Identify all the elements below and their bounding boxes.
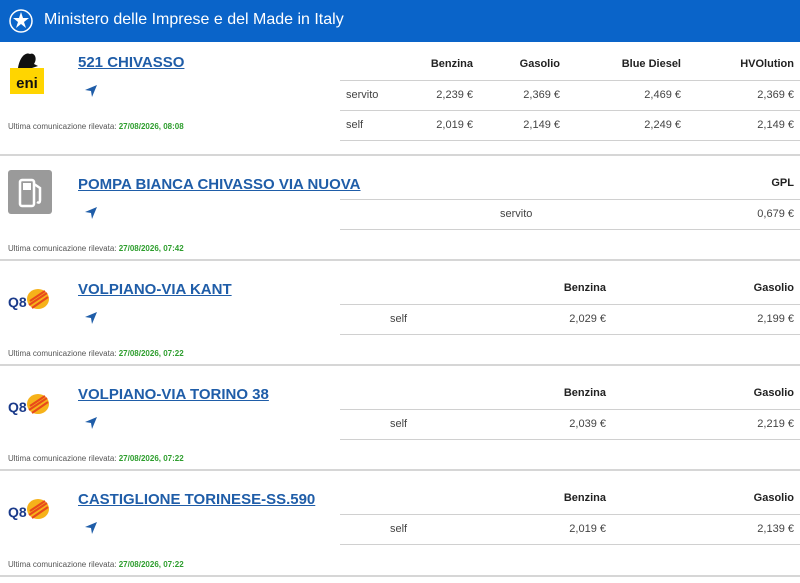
last-update-timestamp: 27/08/2026, 07:22: [118, 454, 184, 463]
station-card: Q8 VOLPIANO-VIA KANT Ultima comunicazione…: [0, 261, 800, 366]
last-update: Ultima comunicazione rilevata: 27/08/202…: [8, 122, 184, 131]
price-row: self 2,039 € 2,219 €: [340, 409, 800, 440]
price-table: GPL servito 0,679 €: [340, 156, 800, 259]
last-update: Ultima comunicazione rilevata: 27/08/202…: [8, 454, 184, 463]
last-update-timestamp: 27/08/2026, 08:08: [118, 122, 184, 131]
service-type: servito: [346, 89, 379, 101]
price-table: Benzina Gasolio self 2,029 € 2,199 €: [340, 261, 800, 364]
service-type: self: [390, 523, 408, 535]
svg-text:eni: eni: [16, 75, 38, 92]
svg-text:Q8: Q8: [8, 399, 27, 415]
q8-logo-icon: Q8: [8, 285, 52, 315]
last-update: Ultima comunicazione rilevata: 27/08/202…: [8, 560, 184, 569]
price-value: 2,019 €: [569, 523, 606, 535]
price-table: Benzina Gasolio self 2,019 € 2,139 €: [340, 471, 800, 575]
fuel-header: Gasolio: [753, 387, 794, 399]
q8-logo-icon: Q8: [8, 390, 52, 420]
emblem-icon: [9, 9, 33, 33]
price-row: servito 2,239 € 2,369 € 2,469 € 2,369 €: [340, 80, 800, 111]
last-update-label: Ultima comunicazione rilevata:: [8, 122, 117, 131]
last-update: Ultima comunicazione rilevata: 27/08/202…: [8, 349, 184, 358]
station-name-link[interactable]: VOLPIANO-VIA TORINO 38: [78, 386, 269, 403]
fuel-header: Gasolio: [519, 58, 560, 70]
price-value: 2,139 €: [757, 523, 794, 535]
last-update-timestamp: 27/08/2026, 07:42: [118, 244, 184, 253]
price-value: 2,039 €: [569, 418, 606, 430]
station-card: Q8 VOLPIANO-VIA TORINO 38 Ultima comunica…: [0, 366, 800, 471]
station-card: Q8 CASTIGLIONE TORINESE-SS.590 Ultima com…: [0, 471, 800, 577]
price-value: 2,149 €: [757, 119, 794, 131]
price-table: Benzina Gasolio self 2,039 € 2,219 €: [340, 366, 800, 469]
station-name-link[interactable]: 521 CHIVASSO: [78, 54, 184, 71]
price-row: self 2,019 € 2,139 €: [340, 514, 800, 545]
price-value: 2,469 €: [644, 89, 681, 101]
last-update-label: Ultima comunicazione rilevata:: [8, 349, 117, 358]
svg-text:Q8: Q8: [8, 294, 27, 310]
last-update-timestamp: 27/08/2026, 07:22: [118, 560, 184, 569]
fuel-header: Benzina: [430, 58, 473, 70]
price-value: 2,369 €: [523, 89, 560, 101]
fuel-header: Benzina: [563, 282, 606, 294]
header-title: Ministero delle Imprese e del Made in It…: [44, 11, 344, 28]
price-table-header: Benzina Gasolio Blue Diesel HVOlution: [340, 42, 800, 81]
eni-logo-icon: eni: [8, 50, 48, 94]
last-update-label: Ultima comunicazione rilevata:: [8, 560, 117, 569]
station-name-link[interactable]: POMPA BIANCA CHIVASSO VIA NUOVA: [78, 176, 361, 193]
fuel-header: Benzina: [563, 387, 606, 399]
fuel-header: GPL: [771, 177, 794, 189]
station-card: POMPA BIANCA CHIVASSO VIA NUOVA Ultima co…: [0, 156, 800, 261]
last-update: Ultima comunicazione rilevata: 27/08/202…: [8, 244, 184, 253]
station-name-link[interactable]: CASTIGLIONE TORINESE-SS.590: [78, 491, 315, 508]
last-update-label: Ultima comunicazione rilevata:: [8, 244, 117, 253]
q8-logo-icon: Q8: [8, 495, 52, 525]
price-table-header: Benzina Gasolio: [340, 261, 800, 305]
price-value: 2,149 €: [523, 119, 560, 131]
navigate-icon[interactable]: [84, 521, 98, 535]
price-value: 2,019 €: [436, 119, 473, 131]
price-value: 2,369 €: [757, 89, 794, 101]
navigate-icon[interactable]: [84, 84, 98, 98]
navigate-icon[interactable]: [84, 206, 98, 220]
price-row: servito 0,679 €: [340, 199, 800, 230]
price-value: 2,239 €: [436, 89, 473, 101]
service-type: self: [390, 313, 408, 325]
navigate-icon[interactable]: [84, 311, 98, 325]
station-card: eni 521 CHIVASSO Ultima comunicazione ril…: [0, 42, 800, 156]
fuel-header: HVOlution: [740, 58, 794, 70]
app-header: Ministero delle Imprese e del Made in It…: [0, 0, 800, 42]
station-name-link[interactable]: VOLPIANO-VIA KANT: [78, 281, 232, 298]
price-value: 0,679 €: [757, 208, 794, 220]
price-row: self 2,029 € 2,199 €: [340, 304, 800, 335]
service-type: self: [390, 418, 408, 430]
fuel-header: Blue Diesel: [621, 58, 681, 70]
service-type: self: [346, 119, 364, 131]
fuel-header: Benzina: [563, 492, 606, 504]
pompa-bianca-logo-icon: [8, 170, 52, 214]
price-value: 2,249 €: [644, 119, 681, 131]
svg-text:Q8: Q8: [8, 504, 27, 520]
fuel-header: Gasolio: [753, 282, 794, 294]
price-table-header: Benzina Gasolio: [340, 471, 800, 515]
navigate-icon[interactable]: [84, 416, 98, 430]
price-value: 2,219 €: [757, 418, 794, 430]
service-type: servito: [500, 208, 533, 220]
price-table: Benzina Gasolio Blue Diesel HVOlution servit…: [340, 42, 800, 154]
price-value: 2,199 €: [757, 313, 794, 325]
price-table-header: GPL: [340, 156, 800, 200]
last-update-timestamp: 27/08/2026, 07:22: [118, 349, 184, 358]
price-row: self 2,019 € 2,149 € 2,249 € 2,149 €: [340, 110, 800, 141]
price-table-header: Benzina Gasolio: [340, 366, 800, 410]
fuel-header: Gasolio: [753, 492, 794, 504]
last-update-label: Ultima comunicazione rilevata:: [8, 454, 117, 463]
price-value: 2,029 €: [569, 313, 606, 325]
